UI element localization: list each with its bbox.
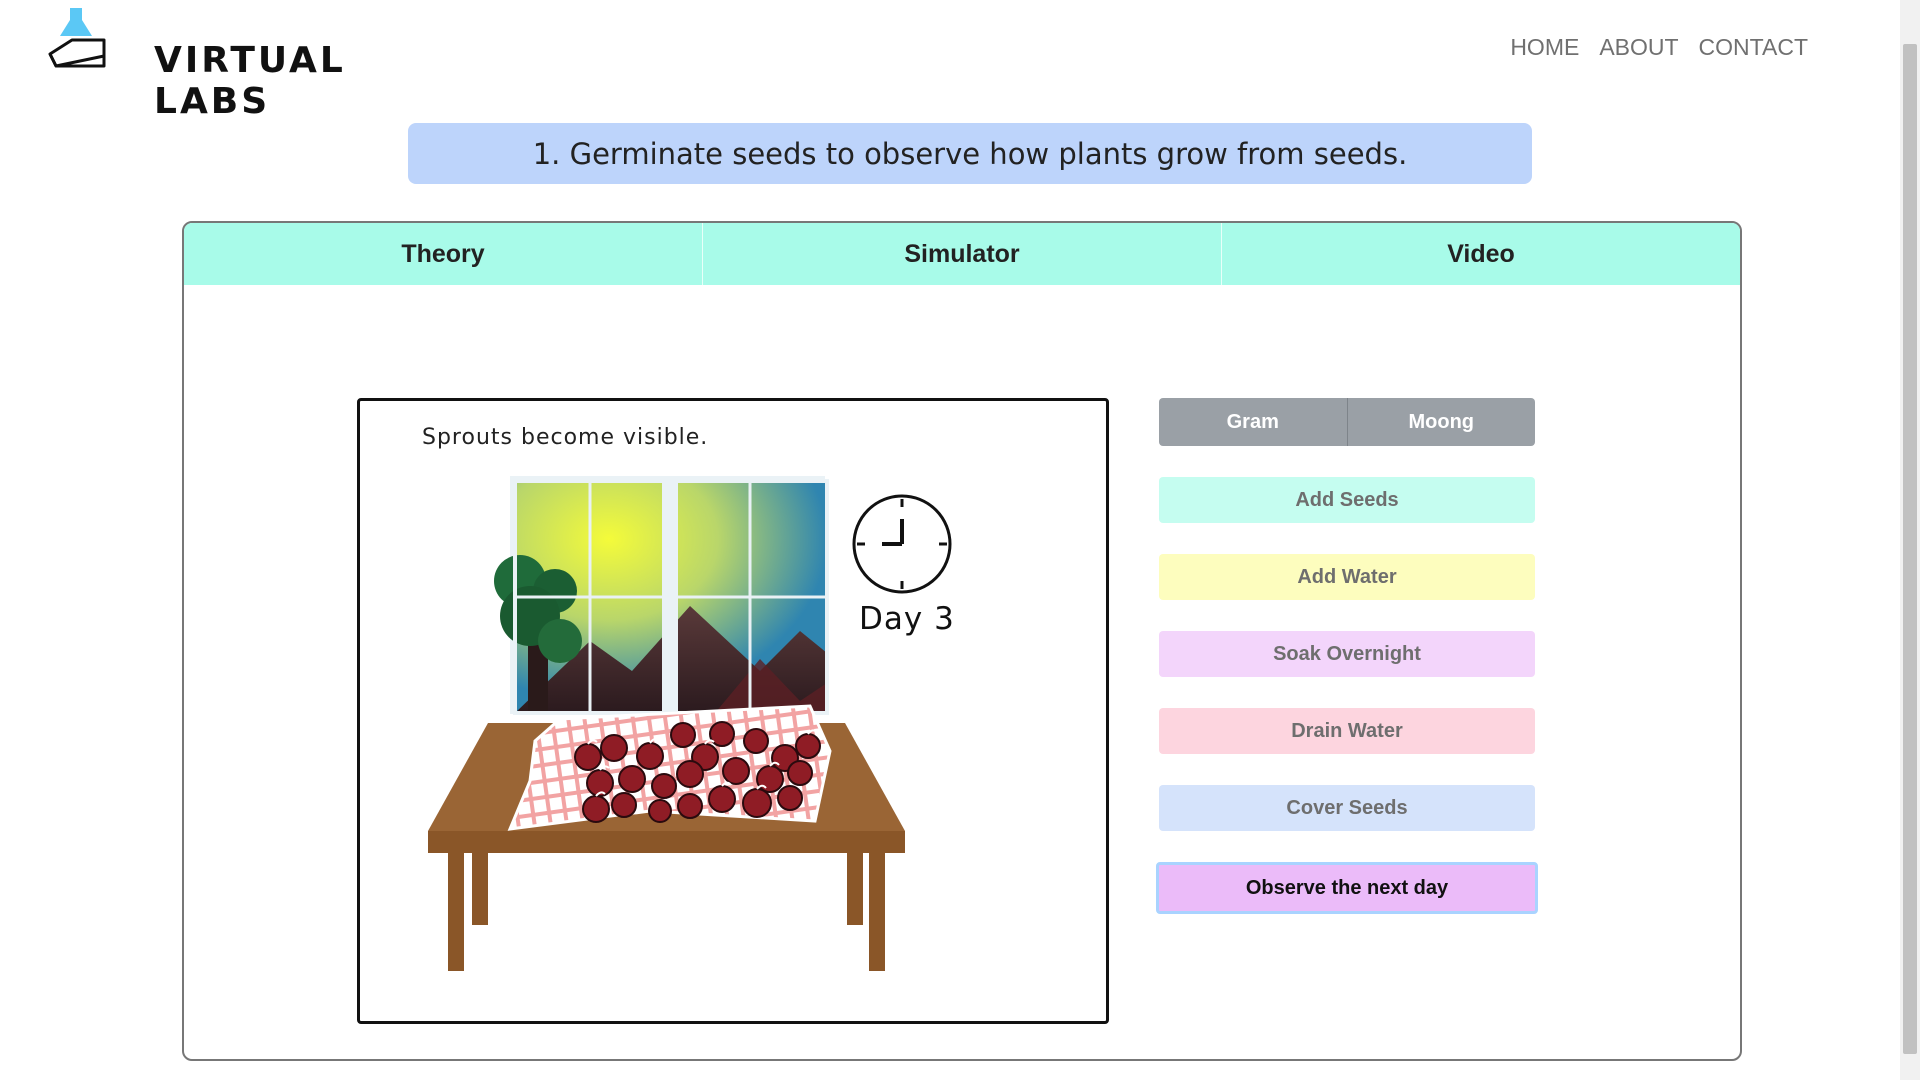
nav-home[interactable]: HOME — [1510, 34, 1579, 61]
flask-icon — [48, 8, 106, 68]
tab-simulator[interactable]: Simulator — [703, 223, 1222, 285]
observe-next-day-button[interactable]: Observe the next day — [1156, 862, 1538, 914]
seed-type-selector: Gram Moong — [1159, 398, 1535, 446]
page-scrollbar[interactable] — [1900, 0, 1920, 1080]
moong-option-button[interactable]: Moong — [1346, 398, 1536, 446]
tab-bar: Theory Simulator Video — [184, 223, 1740, 285]
nav-contact[interactable]: CONTACT — [1699, 34, 1808, 61]
add-seeds-button[interactable]: Add Seeds — [1159, 477, 1535, 523]
controls-panel: Gram Moong Add Seeds Add Water Soak Over… — [1156, 398, 1538, 914]
clock-icon — [852, 494, 952, 594]
tab-video[interactable]: Video — [1222, 223, 1740, 285]
window-image — [494, 476, 829, 715]
site-header: VIRTUAL LABS HOME ABOUT CONTACT — [0, 0, 1900, 122]
scrollbar-thumb[interactable] — [1903, 44, 1917, 1054]
cloth-with-seeds — [507, 704, 832, 831]
nav-about[interactable]: ABOUT — [1599, 34, 1678, 61]
brand-name: VIRTUAL LABS — [154, 40, 346, 122]
drain-water-button[interactable]: Drain Water — [1159, 708, 1535, 754]
germination-scene — [428, 476, 952, 971]
experiment-title: 1. Germinate seeds to observe how plants… — [408, 123, 1532, 184]
add-water-button[interactable]: Add Water — [1159, 554, 1535, 600]
cover-seeds-button[interactable]: Cover Seeds — [1159, 785, 1535, 831]
day-label: Day 3 — [859, 601, 955, 637]
tab-theory[interactable]: Theory — [184, 223, 703, 285]
simulator-canvas: Sprouts become visible. Day 3 — [357, 398, 1109, 1024]
main-nav: HOME ABOUT CONTACT — [1510, 34, 1808, 61]
soak-overnight-button[interactable]: Soak Overnight — [1159, 631, 1535, 677]
gram-option-button[interactable]: Gram — [1159, 398, 1347, 446]
virtual-labs-logo[interactable]: VIRTUAL LABS — [42, 6, 402, 122]
